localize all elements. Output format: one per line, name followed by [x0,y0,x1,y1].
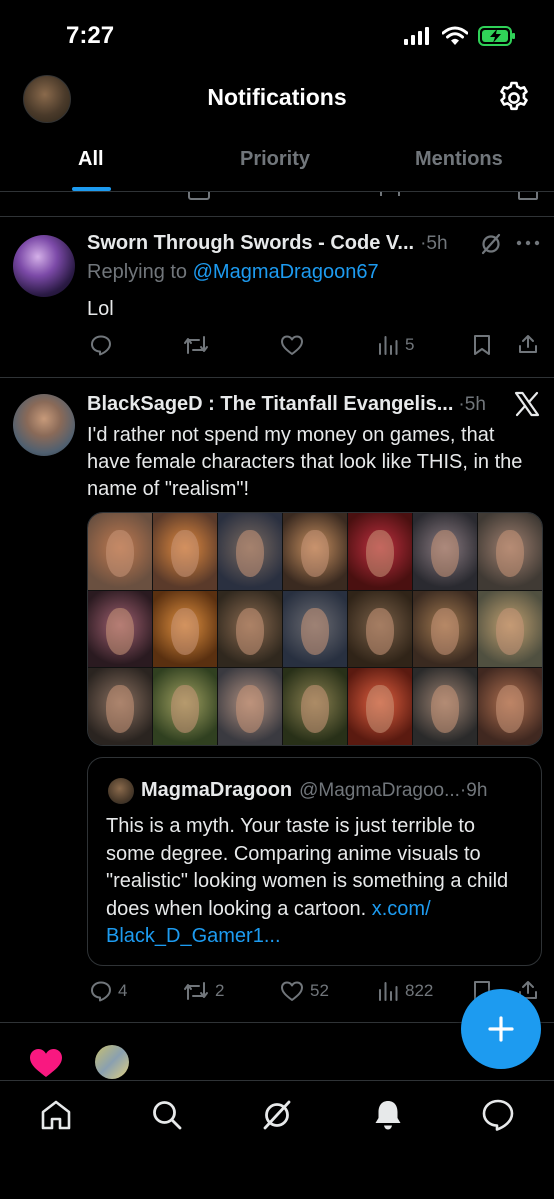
more-options-icon[interactable] [516,238,540,248]
repost-count: 2 [215,981,225,1000]
media-portrait-tile [478,513,542,590]
post-author-avatar[interactable] [13,235,75,297]
post-header: BlackSageD : The Titanfall Evangelis... … [87,393,486,416]
views-chart-icon [379,982,398,1001]
notification-user-avatar[interactable] [95,1045,129,1079]
signal-icon [404,27,429,45]
quote-time: ·9h [459,780,488,801]
reply-icon [91,981,111,1002]
post-author-name[interactable]: Sworn Through Swords - Code V... [87,232,414,255]
quote-author-handle: @MagmaDragoo... [299,780,460,801]
tab-priority[interactable]: Priority [240,148,310,171]
repost-button[interactable]: 2 [183,980,224,1002]
media-portrait-tile [283,668,347,745]
grok-icon[interactable] [479,232,503,256]
media-portrait-tile [283,590,347,668]
status-icons [404,26,516,46]
post-header: Sworn Through Swords - Code V... ·5h [87,232,448,255]
like-count: 52 [310,981,329,1000]
media-portrait-tile [218,513,282,590]
views-button[interactable]: 822 [377,980,433,1002]
views-button[interactable]: 5 [377,334,414,356]
views-count: 5 [405,335,415,354]
media-portrait-tile [88,668,152,745]
share-icon[interactable] [517,333,539,355]
media-portrait-tile [348,590,412,668]
media-portrait-tile [153,513,217,590]
status-time: 7:27 [66,22,115,49]
replying-to-handle[interactable]: @MagmaDragoon67 [193,261,379,283]
repost-icon [184,336,208,354]
reply-icon [91,335,111,356]
media-portrait-tile [153,668,217,745]
settings-gear-icon[interactable] [496,80,532,116]
bottom-nav-divider [0,1080,554,1081]
quoted-post[interactable]: MagmaDragoon @MagmaDragoo... ·9h This is… [87,757,542,966]
media-portrait-tile [283,513,347,590]
post-text: Lol [87,298,114,320]
media-portrait-tile [88,513,152,590]
post-author-name[interactable]: BlackSageD : The Titanfall Evangelis... [87,393,453,416]
post-text: I'd rather not spend my money on games, … [87,424,523,500]
post-divider [0,216,554,217]
views-count: 822 [405,981,434,1000]
reply-button[interactable] [90,334,118,356]
like-notification-heart-icon [30,1049,62,1077]
heart-icon [281,335,303,355]
heart-icon [281,981,303,1001]
compose-button[interactable] [461,989,541,1069]
home-icon[interactable] [38,1097,74,1133]
like-button[interactable]: 52 [280,980,329,1002]
media-portrait-tile [413,590,477,668]
views-chart-icon [379,336,398,355]
plus-icon [488,1016,514,1042]
media-portrait-tile [153,590,217,668]
wifi-icon [442,26,468,45]
battery-charging-icon [478,26,515,46]
messages-icon[interactable] [480,1097,516,1133]
media-portrait-tile [348,513,412,590]
bell-icon[interactable] [370,1097,406,1133]
media-portrait-tile [348,668,412,745]
previous-post-actions-cutoff [0,192,554,200]
bookmark-icon[interactable] [472,334,492,356]
media-portrait-tile [478,668,542,745]
media-portrait-tile [218,668,282,745]
search-icon[interactable] [149,1097,185,1133]
repost-button[interactable] [183,334,215,356]
media-portrait-tile [218,590,282,668]
page-title: Notifications [207,84,347,110]
tab-mentions[interactable]: Mentions [415,148,503,171]
media-portrait-tile [413,513,477,590]
reply-count: 4 [118,981,128,1000]
quote-body: This is a myth. Your taste is just terri… [106,815,509,920]
media-portrait-tile [413,668,477,745]
post-author-avatar[interactable] [13,394,75,456]
quote-text: This is a myth. Your taste is just terri… [106,813,526,951]
repost-icon [184,982,208,1000]
reply-button[interactable]: 4 [90,980,127,1002]
grok-icon[interactable] [259,1097,295,1133]
replying-prefix: Replying to [87,261,193,283]
x-logo-icon [514,391,540,417]
quote-header: MagmaDragoon @MagmaDragoo... ·9h [141,779,487,802]
post-time: ·5h [420,233,448,254]
tab-all[interactable]: All [78,148,104,171]
post-time: ·5h [458,394,486,415]
replying-to-line: Replying to @MagmaDragoon67 [87,261,379,284]
post-media-grid[interactable] [87,512,543,746]
like-button[interactable] [280,334,310,356]
quote-author-name: MagmaDragoon [141,779,293,801]
post-divider [0,377,554,378]
media-portrait-tile [478,590,542,668]
media-portrait-tile [88,590,152,668]
quote-author-avatar [108,778,134,804]
